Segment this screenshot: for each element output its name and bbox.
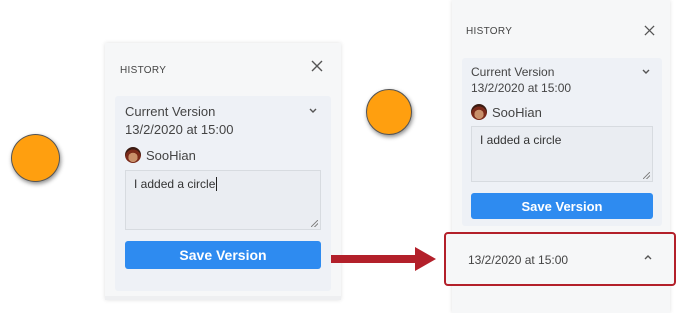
save-version-button[interactable]: Save Version <box>125 241 321 269</box>
resize-handle[interactable] <box>311 220 318 227</box>
orange-circle-left <box>11 134 60 182</box>
current-version-card: Current Version 13/2/2020 at 15:00 SooHi… <box>462 58 662 226</box>
user-row: SooHian <box>471 104 542 120</box>
username: SooHian <box>492 104 542 120</box>
username: SooHian <box>146 147 196 163</box>
version-timestamp: 13/2/2020 at 15:00 <box>125 122 234 137</box>
avatar <box>471 104 487 120</box>
panel-bottom-divider <box>105 296 341 300</box>
user-row: SooHian <box>125 147 196 163</box>
close-icon[interactable] <box>311 60 323 72</box>
history-item-timestamp: 13/2/2020 at 15:00 <box>468 253 569 267</box>
comment-text: I added a circle <box>480 133 562 147</box>
arrow-right-icon <box>331 247 436 271</box>
panel-header: HISTORY <box>452 0 670 54</box>
save-version-label: Save Version <box>521 198 603 214</box>
save-version-label: Save Version <box>179 247 267 263</box>
orange-circle-middle <box>366 89 412 135</box>
panel-title: HISTORY <box>466 26 513 37</box>
text-caret <box>216 177 218 191</box>
close-icon[interactable] <box>644 25 655 36</box>
chevron-up-icon[interactable] <box>644 254 652 260</box>
resize-handle[interactable] <box>643 172 650 179</box>
chevron-down-icon[interactable] <box>642 69 650 75</box>
comment-text: I added a circle <box>134 177 216 191</box>
save-version-button[interactable]: Save Version <box>471 193 653 219</box>
chevron-down-icon[interactable] <box>309 108 317 114</box>
version-title: Current Version <box>471 65 555 79</box>
current-version-card: Current Version 13/2/2020 at 15:00 SooHi… <box>115 96 331 291</box>
avatar <box>125 147 141 163</box>
history-version-item[interactable]: 13/2/2020 at 15:00 <box>444 232 676 286</box>
version-title: Current Version <box>125 104 216 119</box>
comment-textarea[interactable]: I added a circle <box>125 170 321 230</box>
history-panel-left: HISTORY Current Version 13/2/2020 at 15:… <box>105 43 341 300</box>
version-timestamp: 13/2/2020 at 15:00 <box>471 81 572 95</box>
comment-textarea[interactable]: I added a circle <box>471 126 653 182</box>
panel-header: HISTORY <box>105 43 341 97</box>
panel-title: HISTORY <box>120 65 167 76</box>
